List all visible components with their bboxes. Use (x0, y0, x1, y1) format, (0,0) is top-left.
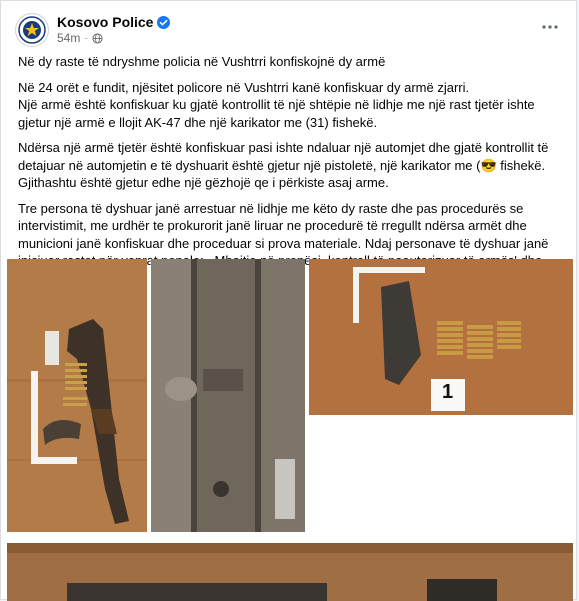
additional-photo-graphic (7, 543, 573, 601)
globe-icon (92, 32, 103, 44)
verified-badge-icon (157, 15, 171, 29)
serial-closeup-graphic (151, 259, 305, 532)
photo-rifle[interactable] (7, 259, 147, 532)
post-header: Kosovo Police 54m · (15, 13, 566, 49)
post-headline: Në dy raste të ndryshme policia në Vusht… (18, 54, 386, 69)
magazines-ammo-graphic (309, 259, 573, 415)
paragraph-1: Në 24 orët e fundit, njësitet policore n… (18, 79, 566, 132)
post-card: Kosovo Police 54m · Në dy raste të ndrys… (0, 0, 577, 601)
post-time[interactable]: 54m (57, 31, 80, 45)
paragraph-2-text: Ndërsa një armë tjetër është konfiskuar … (18, 140, 549, 173)
more-options-icon[interactable] (540, 19, 560, 35)
paragraph-1-line-2: Një armë është konfiskuar ku gjatë kontr… (18, 97, 535, 130)
photo-magazines-ammo[interactable]: 1 (309, 259, 573, 415)
rifle-photo-graphic (7, 259, 147, 532)
separator-dot: · (84, 32, 88, 44)
author-row: Kosovo Police (57, 14, 171, 30)
photo-additional[interactable] (7, 543, 573, 601)
photo-serial-closeup[interactable] (151, 259, 305, 532)
sunglasses-emoji: 😎 (480, 157, 497, 173)
evidence-marker-number: 1 (442, 381, 454, 403)
police-badge-icon[interactable] (15, 13, 49, 47)
paragraph-1-line-1: Në 24 orët e fundit, njësitet policore n… (18, 79, 470, 95)
paragraph-2: Ndërsa një armë tjetër është konfiskuar … (18, 139, 566, 192)
page-name[interactable]: Kosovo Police (57, 14, 153, 30)
photo-grid: 1 (7, 259, 573, 601)
post-meta: 54m · (57, 31, 103, 45)
